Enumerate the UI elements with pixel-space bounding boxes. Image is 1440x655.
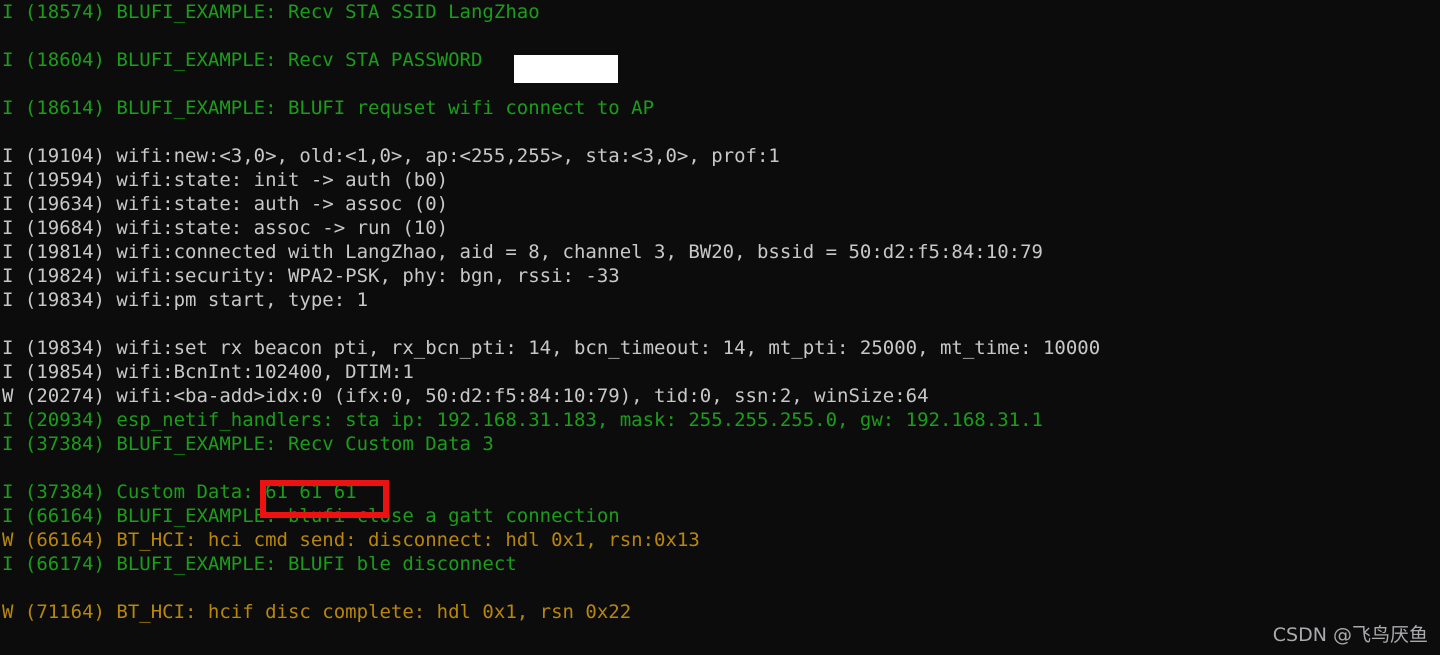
log-line-blank	[0, 120, 1440, 144]
log-line: I (37384) Custom Data: 61 61 61	[2, 481, 357, 503]
log-line: W (71164) BT_HCI: hcif disc complete: hd…	[2, 601, 632, 623]
log-line: I (19684) wifi:state: assoc -> run (10)	[2, 217, 449, 239]
log-line: W (66164) BT_HCI: hci cmd send: disconne…	[2, 529, 700, 551]
log-line: I (66164) BLUFI_EXAMPLE: blufi close a g…	[2, 505, 620, 527]
log-line-blank	[0, 456, 1440, 480]
log-line: I (19834) wifi:pm start, type: 1	[2, 289, 369, 311]
csdn-watermark: CSDN @飞鸟厌鱼	[1272, 624, 1428, 646]
log-line: I (19634) wifi:state: auth -> assoc (0)	[2, 193, 449, 215]
log-line-blank	[0, 24, 1440, 48]
log-line: I (66174) BLUFI_EXAMPLE: BLUFI ble disco…	[2, 553, 517, 575]
log-line: I (19854) wifi:BcnInt:102400, DTIM:1	[2, 361, 414, 383]
log-line-blank	[0, 576, 1440, 600]
terminal-window: I (18574) BLUFI_EXAMPLE: Recv STA SSID L…	[0, 0, 1440, 655]
log-line: I (37384) BLUFI_EXAMPLE: Recv Custom Dat…	[2, 433, 494, 455]
log-line: I (18604) BLUFI_EXAMPLE: Recv STA PASSWO…	[2, 49, 483, 71]
log-line: I (19104) wifi:new:<3,0>, old:<1,0>, ap:…	[2, 145, 780, 167]
log-line: I (18614) BLUFI_EXAMPLE: BLUFI requset w…	[2, 97, 655, 119]
log-line: I (20934) esp_netif_handlers: sta ip: 19…	[2, 409, 1043, 431]
log-line-blank	[0, 72, 1440, 96]
log-line: I (19594) wifi:state: init -> auth (b0)	[2, 169, 449, 191]
log-line: I (18574) BLUFI_EXAMPLE: Recv STA SSID L…	[2, 1, 540, 23]
log-line: I (19814) wifi:connected with LangZhao, …	[2, 241, 1043, 263]
log-line: I (19834) wifi:set rx beacon pti, rx_bcn…	[2, 337, 1101, 359]
log-output: I (18574) BLUFI_EXAMPLE: Recv STA SSID L…	[0, 0, 1440, 624]
log-line-blank	[0, 312, 1440, 336]
log-line: W (20274) wifi:<ba-add>idx:0 (ifx:0, 50:…	[2, 385, 929, 407]
log-line: I (19824) wifi:security: WPA2-PSK, phy: …	[2, 265, 620, 287]
password-redaction-box	[514, 55, 618, 83]
